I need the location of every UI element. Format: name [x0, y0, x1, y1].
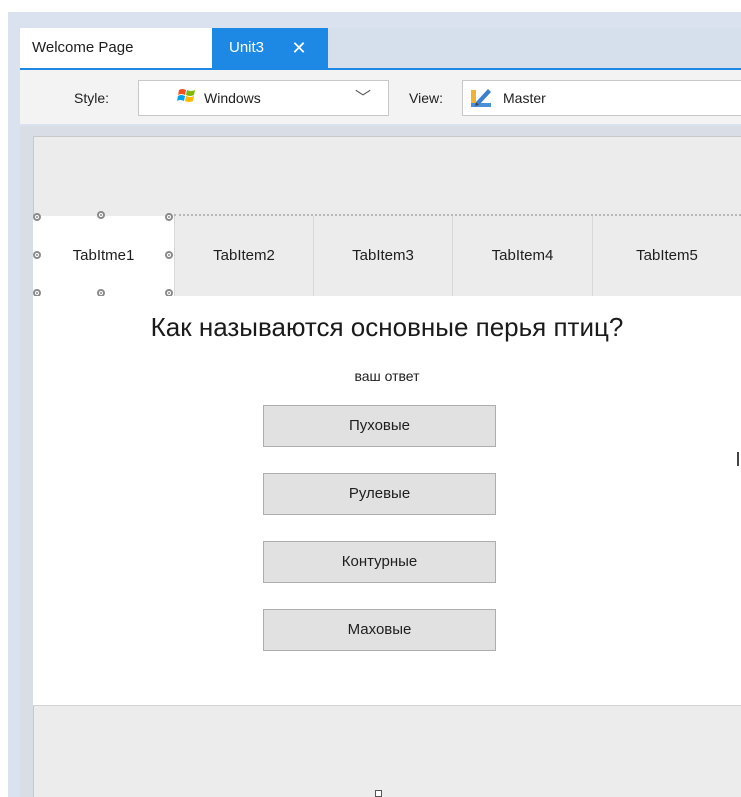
style-dropdown[interactable]: [138, 80, 389, 116]
tab-item-label: TabItme1: [72, 247, 135, 264]
resize-handle-left[interactable]: [33, 251, 41, 259]
style-label: Style:: [74, 90, 110, 106]
resize-handle-top-right[interactable]: [165, 213, 173, 221]
tab-item-label: TabItem3: [352, 247, 414, 264]
answer-button-1[interactable]: Пуховые: [263, 405, 496, 447]
question-text: Как называются основные перья птиц?: [150, 312, 624, 342]
resize-handle-right[interactable]: [165, 251, 173, 259]
windows-flag-icon: [177, 89, 195, 102]
answer-button-2[interactable]: Рулевые: [263, 473, 496, 515]
tab-item-label: TabItem2: [213, 247, 275, 264]
style-value: Windows: [204, 90, 261, 106]
tab-welcome-label: Welcome Page: [32, 39, 134, 56]
resize-grip-right[interactable]: [737, 452, 739, 466]
answer-button-3[interactable]: Контурные: [263, 541, 496, 583]
answer-hint: ваш ответ: [354, 368, 420, 384]
chevron-down-icon[interactable]: ﹀: [355, 84, 371, 108]
tab-item-2[interactable]: TabItem2: [174, 216, 313, 296]
view-label: View:: [409, 90, 443, 106]
selection-dotted-border: [174, 214, 741, 217]
tab-item-1[interactable]: TabItme1: [33, 216, 174, 296]
tab-item-4[interactable]: TabItem4: [452, 216, 592, 296]
tab-welcome-page[interactable]: Welcome Page: [20, 28, 212, 68]
view-value: Master: [503, 90, 546, 106]
close-tab-button[interactable]: ✕: [284, 28, 314, 68]
tab-item-label: TabItem5: [636, 247, 698, 264]
pencil-ruler-icon: [471, 89, 491, 107]
close-icon: ✕: [291, 38, 307, 58]
resize-grip-bottom[interactable]: [375, 790, 382, 797]
tab-item-5[interactable]: TabItem5: [592, 216, 741, 296]
resize-handle-top[interactable]: [97, 211, 105, 219]
answer-button-4[interactable]: Маховые: [263, 609, 496, 651]
tab-item-label: TabItem4: [491, 247, 554, 264]
tab-item-3[interactable]: TabItem3: [313, 216, 452, 296]
tab-unit3-label: Unit3: [229, 39, 265, 56]
resize-handle-top-left[interactable]: [33, 213, 41, 221]
